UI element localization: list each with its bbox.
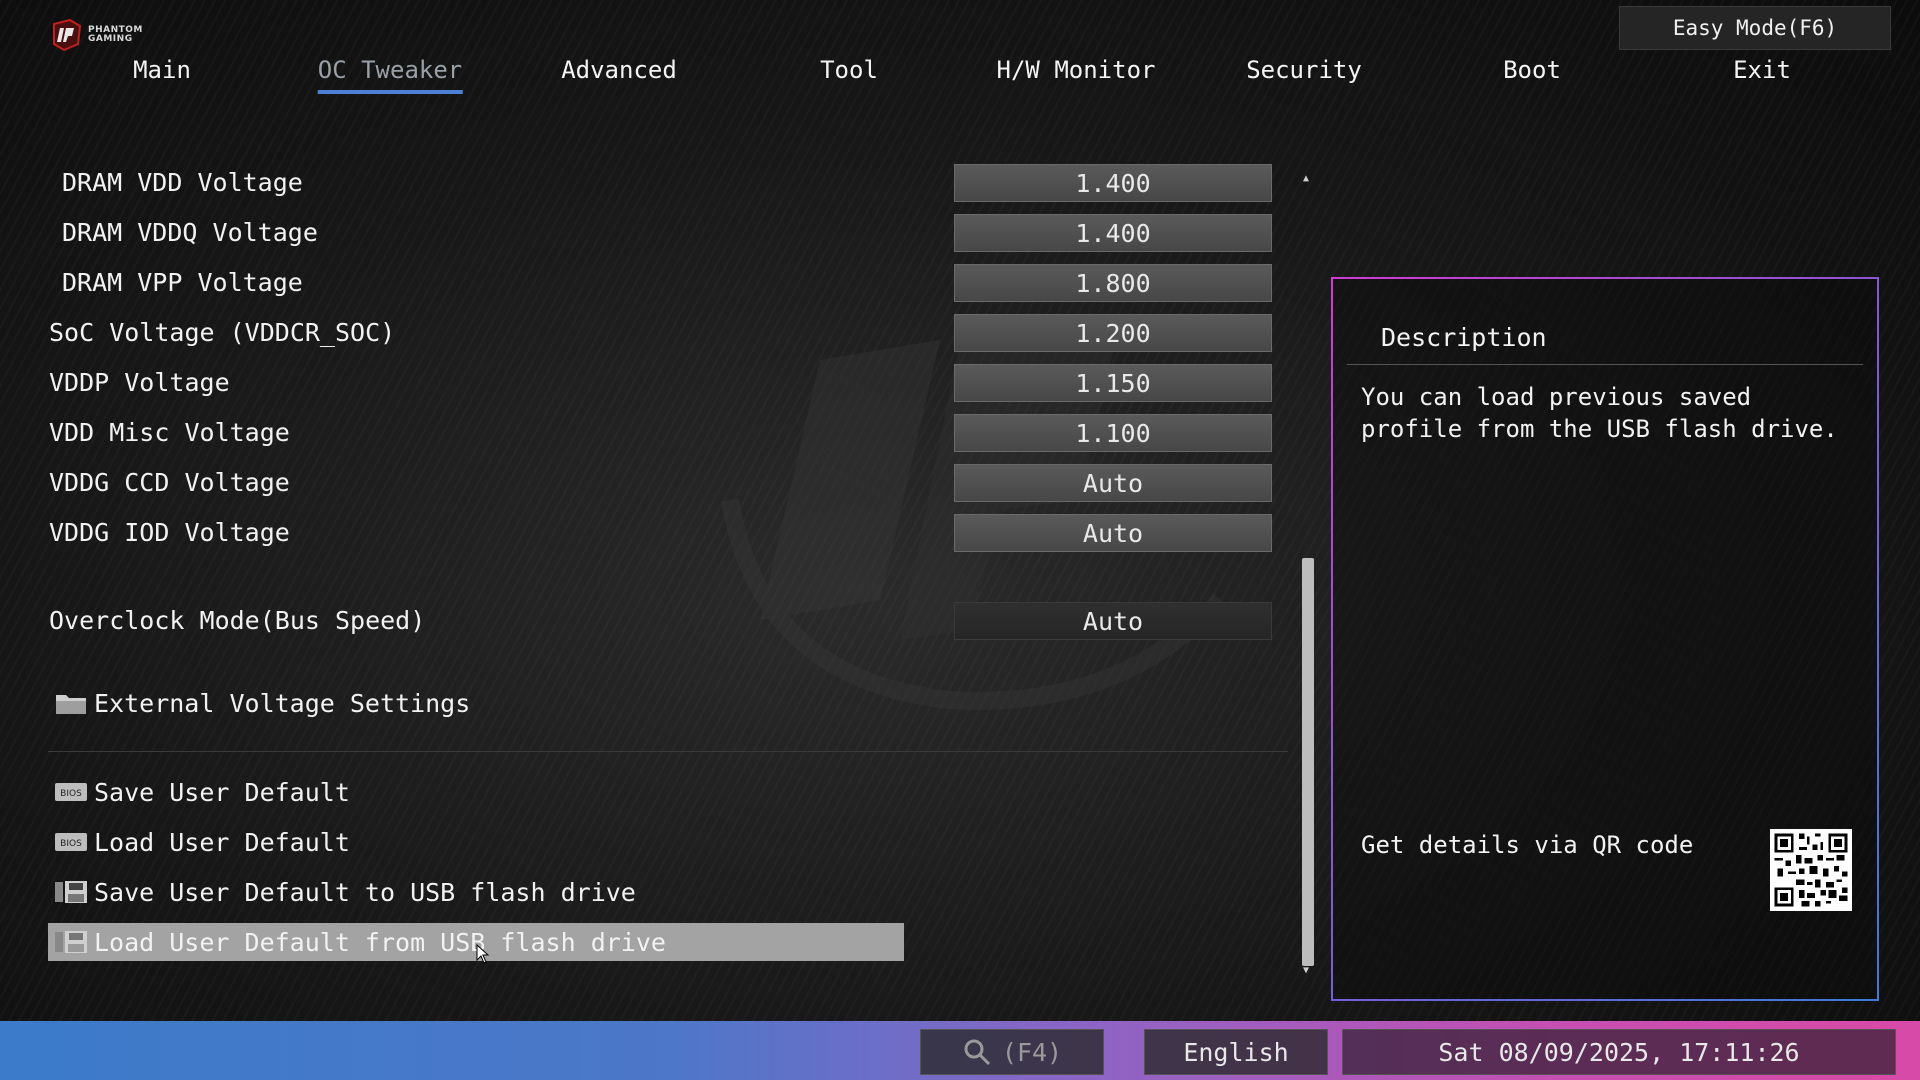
svg-text:BIOS: BIOS (60, 789, 82, 799)
search-shortcut-label: (F4) (1001, 1037, 1063, 1067)
save-user-default-usb-label: Save User Default to USB flash drive (94, 877, 636, 907)
setting-value-box[interactable]: 1.400 (954, 214, 1272, 252)
brand-line-2: GAMING (88, 34, 133, 44)
setting-value-box[interactable]: 1.800 (954, 264, 1272, 302)
mouse-cursor-icon (476, 944, 490, 964)
setting-label: VDD Misc Voltage (49, 418, 290, 447)
main-tab-bar: Main OC Tweaker Advanced Tool H/W Monito… (0, 56, 1920, 106)
setting-row[interactable]: DRAM VDD Voltage 1.400 (0, 162, 1300, 206)
svg-text:BIOS: BIOS (60, 839, 82, 849)
tab-exit[interactable]: Exit (1733, 56, 1791, 94)
description-title: Description (1381, 323, 1547, 352)
search-icon (964, 1039, 990, 1066)
description-text: You can load previous saved profile from… (1361, 383, 1838, 443)
setting-value-box[interactable]: Auto (954, 514, 1272, 552)
setting-label: SoC Voltage (VDDCR_SOC) (49, 318, 396, 347)
qr-code-image (1770, 829, 1852, 911)
settings-scrollbar[interactable]: ▲ ▼ (1300, 172, 1314, 980)
scrollbar-thumb[interactable] (1302, 558, 1314, 966)
easy-mode-button[interactable]: Easy Mode(F6) (1619, 6, 1891, 50)
setting-row[interactable]: VDDG CCD Voltage Auto (0, 462, 1300, 506)
setting-label: Overclock Mode(Bus Speed) (49, 606, 426, 635)
bios-chip-icon: BIOS (54, 779, 88, 805)
tab-oc-tweaker[interactable]: OC Tweaker (317, 56, 463, 94)
setting-value-box[interactable]: 1.200 (954, 314, 1272, 352)
save-user-default-usb-item[interactable]: Save User Default to USB flash drive (54, 873, 636, 911)
bios-chip-icon: BIOS (54, 829, 88, 855)
setting-value-box[interactable]: 1.150 (954, 364, 1272, 402)
tab-boot[interactable]: Boot (1503, 56, 1561, 94)
setting-label: DRAM VPP Voltage (62, 268, 303, 297)
setting-value-box[interactable]: 1.100 (954, 414, 1272, 452)
setting-label: VDDG CCD Voltage (49, 468, 290, 497)
setting-label: DRAM VDDQ Voltage (62, 218, 318, 247)
brand-logo: PHANTOM GAMING (50, 18, 143, 52)
load-user-default-usb-item[interactable]: Load User Default from USB flash drive (54, 923, 666, 961)
setting-value-box[interactable]: Auto (954, 464, 1272, 502)
scroll-down-arrow-icon[interactable]: ▼ (1300, 964, 1312, 978)
qr-code-label: Get details via QR code (1361, 831, 1694, 859)
setting-value-box[interactable]: 1.400 (954, 164, 1272, 202)
language-button[interactable]: English (1144, 1029, 1328, 1075)
external-voltage-settings-label: External Voltage Settings (94, 688, 471, 718)
tab-tool[interactable]: Tool (820, 56, 878, 94)
setting-row[interactable]: VDD Misc Voltage 1.100 (0, 412, 1300, 456)
setting-row[interactable]: DRAM VPP Voltage 1.800 (0, 262, 1300, 306)
tab-security[interactable]: Security (1246, 56, 1362, 94)
bottom-status-bar: (F4) English Sat 08/09/2025, 17:11:26 (0, 1021, 1920, 1080)
setting-value-box[interactable]: Auto (954, 602, 1272, 640)
tab-oc-tweaker-label: OC Tweaker (317, 56, 463, 84)
setting-row[interactable]: VDDP Voltage 1.150 (0, 362, 1300, 406)
setting-label: DRAM VDD Voltage (62, 168, 303, 197)
setting-label: VDDP Voltage (49, 368, 230, 397)
datetime-display[interactable]: Sat 08/09/2025, 17:11:26 (1342, 1029, 1896, 1075)
setting-row[interactable]: Overclock Mode(Bus Speed) Auto (0, 600, 1300, 644)
phantom-gaming-logo-icon (53, 18, 82, 52)
setting-row[interactable]: SoC Voltage (VDDCR_SOC) 1.200 (0, 312, 1300, 356)
setting-row[interactable]: DRAM VDDQ Voltage 1.400 (0, 212, 1300, 256)
folder-icon (54, 690, 88, 716)
save-user-default-item[interactable]: BIOS Save User Default (54, 773, 350, 811)
external-voltage-settings-item[interactable]: External Voltage Settings (54, 684, 470, 722)
load-user-default-item[interactable]: BIOS Load User Default (54, 823, 350, 861)
floppy-disk-icon (54, 879, 88, 905)
section-divider (48, 751, 1288, 752)
setting-row[interactable]: VDDG IOD Voltage Auto (0, 512, 1300, 556)
setting-label: VDDG IOD Voltage (49, 518, 290, 547)
floppy-disk-icon (54, 929, 88, 955)
tab-advanced[interactable]: Advanced (561, 56, 677, 94)
description-panel: Description You can load previous saved … (1331, 277, 1879, 1001)
search-button[interactable]: (F4) (920, 1029, 1104, 1075)
description-divider (1347, 364, 1863, 365)
load-user-default-usb-label: Load User Default from USB flash drive (94, 927, 666, 957)
tab-main[interactable]: Main (133, 56, 191, 94)
scroll-up-arrow-icon[interactable]: ▲ (1300, 172, 1312, 186)
save-user-default-label: Save User Default (94, 777, 350, 807)
load-user-default-label: Load User Default (94, 827, 350, 857)
active-tab-underline (317, 90, 463, 94)
tab-hw-monitor[interactable]: H/W Monitor (997, 56, 1156, 94)
